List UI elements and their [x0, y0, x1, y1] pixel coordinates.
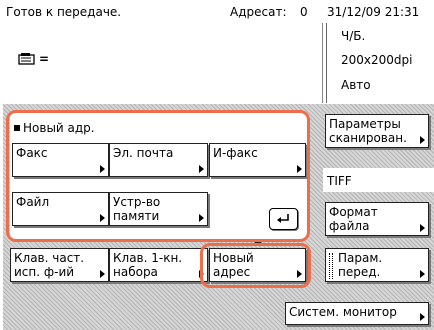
dotted-bar-icon: [329, 253, 333, 279]
new-address-line1: Новый: [213, 251, 254, 265]
fax-label: Факс: [16, 146, 48, 160]
frequent-keys-button[interactable]: Клав. част. исп. ф-ий: [10, 248, 109, 282]
file-format-button[interactable]: Формат файла: [325, 202, 429, 236]
one-touch-button[interactable]: Клав. 1-кн. набора: [109, 248, 208, 282]
arrow-right-icon: [420, 270, 425, 278]
settings-summary-panel: Ч/Б. 200x200dpi Авто: [326, 23, 434, 103]
scan-settings-button[interactable]: Параметры сканирован.: [325, 114, 429, 148]
new-address-line2: адрес: [213, 265, 251, 279]
arrow-right-icon: [420, 224, 425, 232]
date-time: 31/12/09 21:31: [327, 5, 420, 19]
arrow-right-icon: [199, 270, 204, 278]
fax-button[interactable]: Факс: [12, 143, 109, 177]
send-settings-button[interactable]: Парам. перед.: [325, 248, 429, 282]
file-button[interactable]: Файл: [12, 192, 109, 226]
group-title: Новый адр.: [14, 121, 95, 135]
frequent-keys-line2: исп. ф-ий: [14, 265, 75, 279]
density: Авто: [341, 78, 371, 92]
email-label: Эл. почта: [113, 146, 174, 160]
enter-button[interactable]: [269, 208, 298, 230]
scan-settings-line2: сканирован.: [329, 131, 407, 145]
arrow-right-icon: [420, 136, 425, 144]
arrow-right-icon: [199, 214, 204, 222]
memory-device-button[interactable]: Устр-во памяти: [109, 192, 208, 226]
bullet-icon: [14, 125, 20, 131]
color-mode: Ч/Б.: [341, 29, 366, 43]
arrow-right-icon: [100, 165, 105, 173]
arrow-right-icon: [420, 313, 425, 321]
ifax-button[interactable]: И-факс: [209, 143, 306, 177]
memory-label: =: [39, 52, 50, 66]
memory-device-label-line1: Устр-во: [113, 195, 161, 209]
file-format-line1: Формат: [329, 205, 378, 219]
arrow-right-icon: [100, 270, 105, 278]
status-text: Готов к передаче.: [6, 5, 122, 19]
one-touch-line2: набора: [113, 265, 158, 279]
send-settings-line2: перед.: [338, 265, 381, 279]
system-monitor-label: Систем. монитор: [289, 305, 397, 319]
group-title-label: Новый адр.: [23, 121, 95, 135]
system-monitor-button[interactable]: Систем. монитор: [285, 302, 429, 325]
arrow-right-icon: [100, 214, 105, 222]
file-format-line2: файла: [329, 219, 370, 233]
enter-icon: [277, 214, 289, 223]
memory-device-label-line2: памяти: [113, 209, 160, 223]
arrow-right-icon: [297, 270, 302, 278]
file-type-value: TIFF: [327, 174, 352, 188]
send-settings-line1: Парам.: [338, 251, 383, 265]
arrow-right-icon: [297, 165, 302, 173]
file-label: Файл: [16, 195, 50, 209]
recipient-count: 0: [300, 5, 308, 19]
new-address-button[interactable]: Новый адрес: [209, 248, 306, 282]
ifax-label: И-факс: [213, 146, 258, 160]
resolution: 200x200dpi: [341, 53, 413, 67]
pointer-icon: [252, 240, 264, 246]
memory-icon: [18, 51, 36, 70]
email-button[interactable]: Эл. почта: [109, 143, 208, 177]
scan-settings-line1: Параметры: [329, 117, 401, 131]
recipient-label: Адресат:: [230, 5, 287, 19]
status-bar: Готов к передаче. Адресат: 0 31/12/09 21…: [0, 0, 434, 22]
frequent-keys-line1: Клав. част.: [14, 251, 85, 265]
one-touch-line1: Клав. 1-кн.: [113, 251, 183, 265]
info-panel: =: [3, 23, 323, 103]
arrow-right-icon: [199, 165, 204, 173]
